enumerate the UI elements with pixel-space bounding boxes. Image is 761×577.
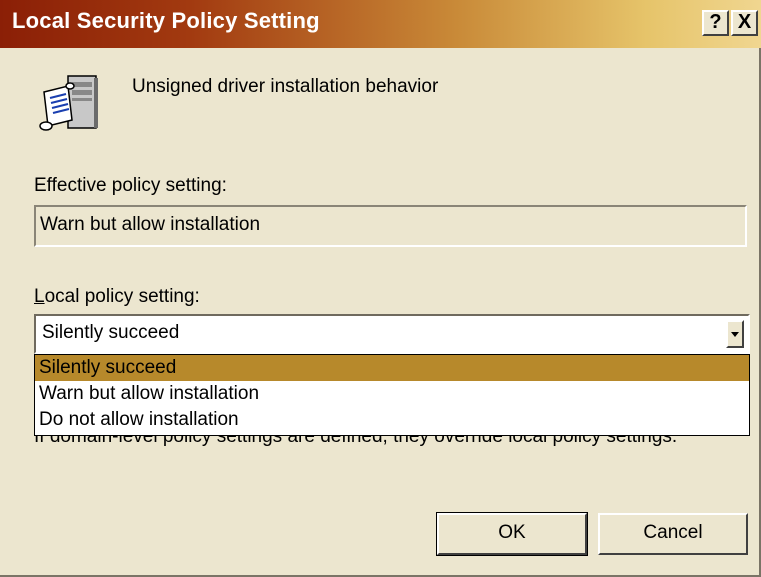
help-button[interactable]: ?	[702, 10, 729, 36]
policy-document-computer-icon	[38, 72, 102, 138]
dropdown-arrow-button[interactable]	[726, 320, 744, 348]
cancel-button[interactable]: Cancel	[598, 513, 748, 555]
ok-button[interactable]: OK	[436, 512, 588, 556]
dropdown-option[interactable]: Do not allow installation	[35, 407, 749, 433]
dialog-window: Local Security Policy Setting ? X Unsign…	[0, 0, 761, 577]
close-button[interactable]: X	[731, 10, 758, 36]
local-setting-select-value: Silently succeed	[42, 322, 180, 343]
effective-setting-field: Warn but allow installation	[34, 205, 747, 247]
local-setting-dropdown-list: Silently succeed Warn but allow installa…	[34, 354, 750, 436]
local-setting-label: Local policy setting:	[34, 286, 200, 308]
local-setting-label-accelerator: L	[34, 286, 45, 307]
dropdown-option[interactable]: Silently succeed	[35, 355, 749, 381]
window-title: Local Security Policy Setting	[12, 8, 320, 33]
dropdown-option[interactable]: Warn but allow installation	[35, 381, 749, 407]
local-setting-select[interactable]: Silently succeed	[34, 314, 750, 354]
effective-setting-label: Effective policy setting:	[34, 175, 227, 196]
title-bar[interactable]: Local Security Policy Setting ? X	[0, 0, 761, 48]
policy-name: Unsigned driver installation behavior	[132, 76, 439, 97]
local-setting-label-text: ocal policy setting:	[44, 286, 200, 307]
